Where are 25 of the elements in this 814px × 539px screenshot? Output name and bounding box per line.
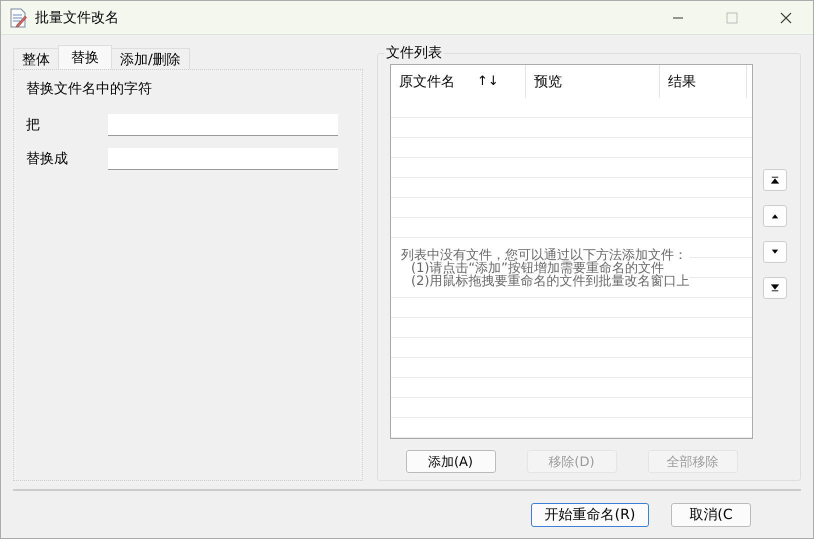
move-down-button[interactable] — [763, 241, 787, 263]
triangle-with-bar-icon — [771, 284, 779, 292]
input-field[interactable] — [108, 114, 338, 136]
input-field[interactable] — [108, 148, 338, 170]
field-label: 替换成 — [26, 150, 69, 168]
tab[interactable]: 替换 — [58, 45, 112, 69]
group-title: 文件列表 — [384, 44, 444, 62]
triangle-icon — [771, 248, 779, 256]
triangle-with-bar-icon — [771, 176, 779, 184]
tab[interactable]: 添加/删除 — [111, 48, 190, 69]
move-top-button[interactable] — [763, 169, 787, 191]
section-heading: 替换文件名中的字符 — [26, 80, 153, 98]
empty-list-message: 列表中没有文件，您可以通过以下方法添加文件： — [401, 248, 688, 262]
move-bottom-button[interactable] — [763, 277, 787, 299]
document-pen-icon — [9, 8, 27, 28]
field-label: 把 — [26, 116, 41, 134]
empty-list-message: (1)请点击“添加”按钮增加需要重命名的文件 — [411, 262, 664, 274]
tab[interactable]: 整体 — [13, 48, 59, 69]
window-title: 批量文件改名 — [35, 8, 119, 26]
dialog-button[interactable]: 取消(C — [671, 503, 751, 527]
move-up-button[interactable] — [763, 205, 787, 227]
empty-list-message: (2)用鼠标拖拽要重命名的文件到批量改名窗口上 — [410, 274, 690, 288]
list-button[interactable]: 添加(A) — [406, 450, 496, 473]
dialog-button[interactable]: 开始重命名(R) — [531, 503, 649, 527]
triangle-icon — [771, 212, 779, 220]
